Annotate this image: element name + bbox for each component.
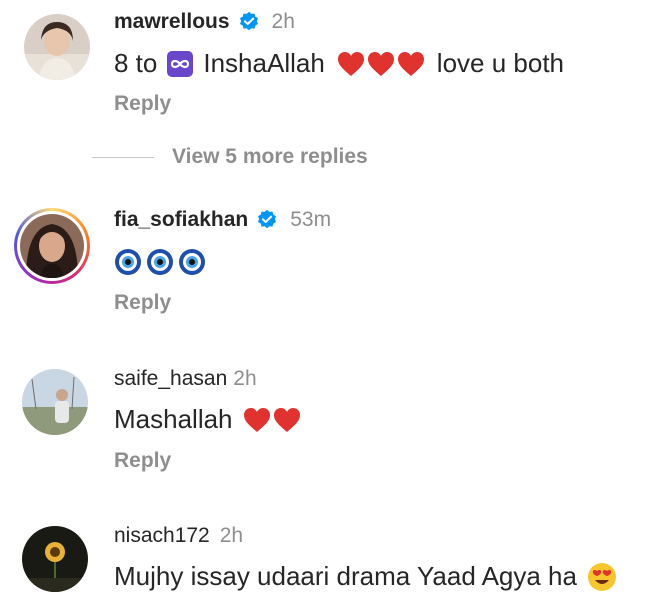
comment-text-part: Mashallah xyxy=(114,404,233,434)
reply-button[interactable]: Reply xyxy=(114,291,171,315)
timestamp: 2h xyxy=(233,367,257,390)
infinity-emoji-icon xyxy=(167,50,194,77)
reply-button[interactable]: Reply xyxy=(114,449,171,473)
comment-text-part: InshaAllah xyxy=(203,48,325,78)
red-heart-emoji-icon xyxy=(337,51,365,77)
avatar[interactable] xyxy=(22,369,88,435)
username[interactable]: fia_sofiakhan xyxy=(114,208,248,232)
verified-badge-icon xyxy=(256,209,278,231)
heart-eyes-emoji-icon xyxy=(587,562,617,592)
story-ring[interactable] xyxy=(14,208,90,284)
red-heart-emoji-icon xyxy=(397,51,425,77)
reply-button[interactable]: Reply xyxy=(114,92,171,116)
view-more-replies-button[interactable]: View 5 more replies xyxy=(92,145,368,169)
comment-text-part: love u both xyxy=(436,48,565,78)
comment-text: Mashallah xyxy=(114,404,301,435)
nazar-amulet-emoji-icon xyxy=(114,248,142,276)
comment-text: Mujhy issay udaari drama Yaad Agya ha xyxy=(114,561,617,592)
red-heart-emoji-icon xyxy=(273,407,301,433)
red-heart-emoji-icon xyxy=(243,407,271,433)
nazar-amulet-emoji-icon xyxy=(178,248,206,276)
divider-line xyxy=(92,156,154,158)
avatar[interactable] xyxy=(22,526,88,592)
timestamp: 2h xyxy=(219,524,244,547)
comment-text: 8 to InshaAllah love u both xyxy=(114,48,564,79)
red-heart-emoji-icon xyxy=(367,51,395,77)
verified-badge-icon xyxy=(238,11,260,33)
comment-text xyxy=(114,248,210,276)
timestamp: 53m xyxy=(290,208,332,231)
avatar[interactable] xyxy=(24,14,90,80)
comment-text-part: 8 to xyxy=(114,48,158,78)
timestamp: 2h xyxy=(271,10,295,33)
username[interactable]: nisach172 xyxy=(114,524,210,548)
nazar-amulet-emoji-icon xyxy=(146,248,174,276)
avatar xyxy=(17,211,87,281)
comment-text-part: Mujhy issay udaari drama Yaad Agya ha xyxy=(114,561,577,591)
username[interactable]: mawrellous xyxy=(114,10,230,34)
username[interactable]: saife_hasan xyxy=(114,367,227,391)
view-more-replies-label: View 5 more replies xyxy=(172,145,368,168)
